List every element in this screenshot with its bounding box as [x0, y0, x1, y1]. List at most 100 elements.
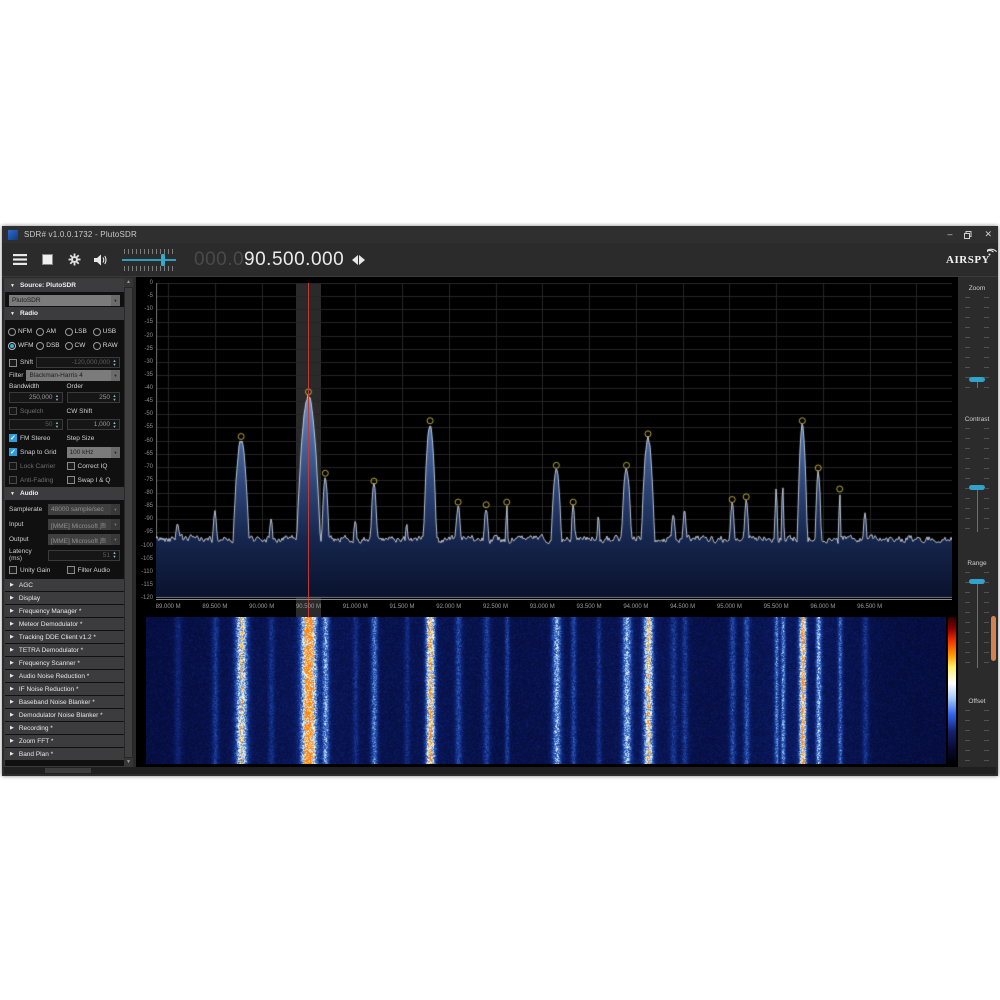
samplerate-select[interactable]: 48000 sample/sec▼: [48, 504, 120, 515]
stop-button[interactable]: [38, 251, 56, 269]
latency-spinner[interactable]: 51▲▼: [48, 550, 120, 561]
spinner-arrows-icon[interactable]: ▲▼: [111, 393, 118, 402]
collapsed-panel-tracking-dde-client-v1-2[interactable]: ▶Tracking DDE Client v1.2 *: [5, 631, 124, 643]
source-panel-header[interactable]: ▼Source: PlutoSDR: [5, 279, 124, 292]
tune-down-arrow[interactable]: [352, 255, 358, 265]
anti-fading-checkbox[interactable]: [9, 476, 17, 484]
tune-up-arrow[interactable]: [359, 255, 365, 265]
collapsed-panel-display[interactable]: ▶Display: [5, 592, 124, 604]
mode-radio-lsb[interactable]: LSB: [65, 325, 93, 338]
filter-select[interactable]: Blackman-Harris 4▼: [26, 370, 120, 381]
scroll-up-icon[interactable]: ▲: [124, 278, 133, 287]
shift-value-spinner[interactable]: -120,000,000 ▲▼: [36, 357, 120, 368]
chevron-down-icon: ▼: [111, 504, 120, 515]
zoom-slider-thumb[interactable]: [969, 377, 985, 382]
bandwidth-spinner[interactable]: 250,000▲▼: [9, 392, 63, 403]
range-slider-track[interactable]: [962, 570, 992, 670]
audio-output-select[interactable]: [MME] Microsoft 声▼: [48, 534, 120, 545]
collapse-triangle-icon: ▼: [10, 311, 15, 317]
collapsed-panel-recording[interactable]: ▶Recording *: [5, 722, 124, 734]
offset-slider[interactable]: Offset: [958, 696, 996, 776]
range-slider-thumb[interactable]: [969, 579, 985, 584]
offset-slider-track[interactable]: [962, 708, 992, 776]
lock-carrier-checkbox[interactable]: [9, 462, 17, 470]
frequency-leading-zeros: 000.0: [194, 249, 244, 271]
sidebar-scrollbar[interactable]: ▲ ▼: [124, 278, 133, 767]
menu-button[interactable]: [11, 251, 29, 269]
sidebar-scrollbar-thumb[interactable]: [125, 288, 132, 757]
minimize-button[interactable]: –: [947, 230, 952, 239]
freq-tick-label: 91.500 M: [382, 604, 422, 610]
volume-slider[interactable]: [120, 249, 178, 271]
panel-label: Tracking DDE Client v1.2 *: [19, 634, 96, 641]
zoom-slider[interactable]: Zoom: [958, 283, 996, 390]
expand-triangle-icon: ▶: [10, 699, 14, 705]
zoom-slider-track[interactable]: [962, 295, 992, 390]
audio-mute-button[interactable]: [92, 251, 110, 269]
collapsed-panel-tetra-demodulator[interactable]: ▶TETRA Demodulator *: [5, 644, 124, 656]
collapsed-panel-zoom-fft[interactable]: ▶Zoom FFT *: [5, 735, 124, 747]
collapsed-panel-agc[interactable]: ▶AGC: [5, 579, 124, 591]
spinner-arrows-icon[interactable]: ▲▼: [111, 358, 118, 367]
panel-label: Frequency Scanner *: [19, 660, 80, 667]
db-tick-label: -20: [135, 333, 153, 339]
swap-iq-checkbox[interactable]: [67, 476, 75, 484]
collapsed-panel-baseband-noise-blanker[interactable]: ▶Baseband Noise Blanker *: [5, 696, 124, 708]
mode-radio-am[interactable]: AM: [36, 325, 64, 338]
collapsed-panel-if-noise-reduction[interactable]: ▶IF Noise Reduction *: [5, 683, 124, 695]
mode-radio-usb[interactable]: USB: [93, 325, 121, 338]
collapsed-panel-frequency-manager[interactable]: ▶Frequency Manager *: [5, 605, 124, 617]
mode-radio-cw[interactable]: CW: [65, 339, 93, 352]
snap-to-grid-checkbox[interactable]: [9, 448, 17, 456]
horizontal-scrollbar[interactable]: [4, 767, 996, 774]
collapsed-panel-meteor-demodulator[interactable]: ▶Meteor Demodulator *: [5, 618, 124, 630]
spinner-arrows-icon[interactable]: ▲▼: [111, 420, 118, 429]
spinner-arrows-icon[interactable]: ▲▼: [111, 551, 118, 560]
audio-input-select[interactable]: [MME] Microsoft 声▼: [48, 519, 120, 530]
radio-panel-header[interactable]: ▼Radio: [5, 307, 124, 320]
freq-tick-label: 90.000 M: [242, 604, 282, 610]
volume-ruler-ticks: [124, 249, 174, 254]
collapsed-panel-audio-noise-reduction[interactable]: ▶Audio Noise Reduction *: [5, 670, 124, 682]
step-size-select[interactable]: 100 kHz▼: [67, 447, 121, 458]
contrast-slider-track[interactable]: [962, 426, 992, 534]
slider-fill: [977, 381, 978, 388]
settings-button[interactable]: [65, 251, 83, 269]
scroll-down-icon[interactable]: ▼: [124, 758, 133, 767]
volume-thumb[interactable]: [161, 254, 165, 266]
freq-tick-label: 94.000 M: [616, 604, 656, 610]
waterfall-display[interactable]: [146, 617, 946, 764]
audio-panel-header[interactable]: ▼Audio: [5, 487, 124, 500]
horizontal-scrollbar-thumb[interactable]: [45, 768, 91, 773]
close-button[interactable]: ✕: [984, 230, 992, 239]
contrast-slider[interactable]: Contrast: [958, 414, 996, 534]
squelch-checkbox[interactable]: [9, 407, 17, 415]
contrast-slider-thumb[interactable]: [969, 485, 985, 490]
collapsed-panel-band-plan[interactable]: ▶Band Plan *: [5, 748, 124, 760]
fm-stereo-checkbox[interactable]: [9, 434, 17, 442]
filter-audio-checkbox[interactable]: [67, 566, 75, 574]
frequency-display[interactable]: 000.090.500.000: [194, 249, 344, 271]
shift-checkbox[interactable]: [9, 359, 17, 367]
expand-triangle-icon: ▶: [10, 673, 14, 679]
filter-audio-label: Filter Audio: [78, 567, 111, 574]
mode-radio-raw[interactable]: RAW: [93, 339, 121, 352]
mode-radio-nfm[interactable]: NFM: [8, 325, 36, 338]
mode-radio-dsb[interactable]: DSB: [36, 339, 64, 352]
correct-iq-checkbox[interactable]: [67, 462, 75, 470]
cw-shift-spinner[interactable]: 1,000▲▼: [67, 419, 121, 430]
db-tick-label: -100: [135, 543, 153, 549]
spinner-arrows-icon[interactable]: ▲▼: [54, 393, 61, 402]
mode-radio-wfm[interactable]: WFM: [8, 339, 36, 352]
spectrum-plot[interactable]: [156, 283, 952, 598]
panel-label: Display: [19, 595, 40, 602]
collapsed-panel-demodulator-noise-blanker[interactable]: ▶Demodulator Noise Blanker *: [5, 709, 124, 721]
unity-gain-checkbox[interactable]: [9, 566, 17, 574]
panel-scrollbar-thumb[interactable]: [991, 616, 996, 661]
source-device-select[interactable]: PlutoSDR▼: [9, 295, 120, 306]
restore-button[interactable]: [964, 231, 972, 239]
spinner-arrows-icon[interactable]: ▲▼: [54, 420, 61, 429]
collapsed-panel-frequency-scanner[interactable]: ▶Frequency Scanner *: [5, 657, 124, 669]
squelch-spinner[interactable]: 50▲▼: [9, 419, 63, 430]
order-spinner[interactable]: 250▲▼: [67, 392, 121, 403]
